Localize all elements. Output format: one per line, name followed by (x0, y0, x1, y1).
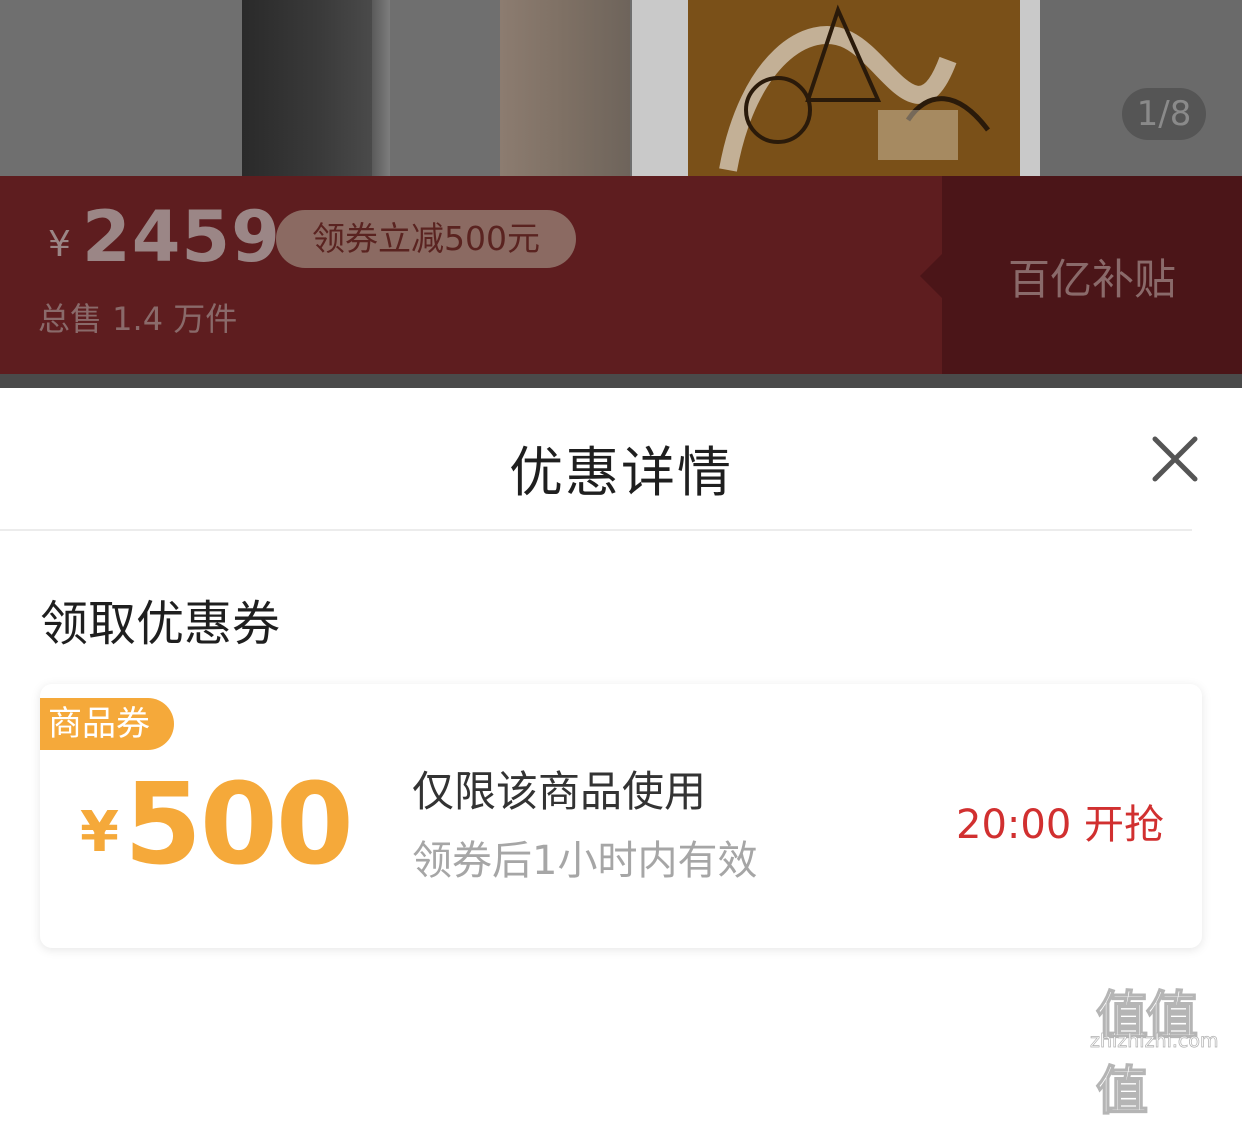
sheet-title: 优惠详情 (509, 441, 733, 504)
coupon-grab-button[interactable]: 20:00 开抢 (956, 792, 1164, 850)
discount-details-sheet: 优惠详情 领取优惠券 商品券 ¥ 500 仅限该商品使用 领券后1小时内有效 2… (0, 388, 1242, 1060)
coupon-type-tag: 商品券 (40, 698, 174, 750)
product-price: 2459 (82, 196, 281, 278)
coupon-description: 仅限该商品使用 (412, 767, 707, 816)
coupon-currency: ¥ (80, 800, 119, 865)
coupon-validity: 领券后1小时内有效 (412, 838, 758, 884)
gallery-page-indicator: 1/8 (1122, 88, 1206, 140)
product-gallery: 1/8 (0, 0, 1242, 176)
tablet-artwork-icon (688, 0, 1020, 176)
coupon-discount-badge: 领券立减500元 (276, 210, 576, 268)
product-image-tablet (632, 0, 1040, 176)
overlay-strip (0, 374, 1242, 388)
subsidy-notch (920, 254, 942, 298)
close-button[interactable] (1150, 434, 1200, 484)
close-icon (1152, 436, 1198, 482)
sheet-divider (0, 529, 1192, 531)
price-currency: ¥ (48, 224, 71, 265)
site-watermark: 值值值 zhizhizhi.com (1090, 974, 1240, 1123)
total-sold-count: 总售 1.4 万件 (38, 300, 238, 338)
coupon-amount: 500 (124, 760, 354, 890)
product-image-phone-dark (242, 0, 372, 176)
coupon-card[interactable]: 商品券 ¥ 500 仅限该商品使用 领券后1小时内有效 20:00 开抢 (40, 684, 1202, 948)
product-image-phone-gold (500, 0, 630, 176)
watermark-domain: zhizhizhi.com (1090, 1030, 1219, 1053)
subsidy-label: 百亿补贴 (1007, 255, 1176, 304)
tablet-screen-artwork (688, 0, 1020, 176)
product-image-phone-edge (372, 0, 390, 176)
section-title: 领取优惠券 (40, 596, 281, 652)
